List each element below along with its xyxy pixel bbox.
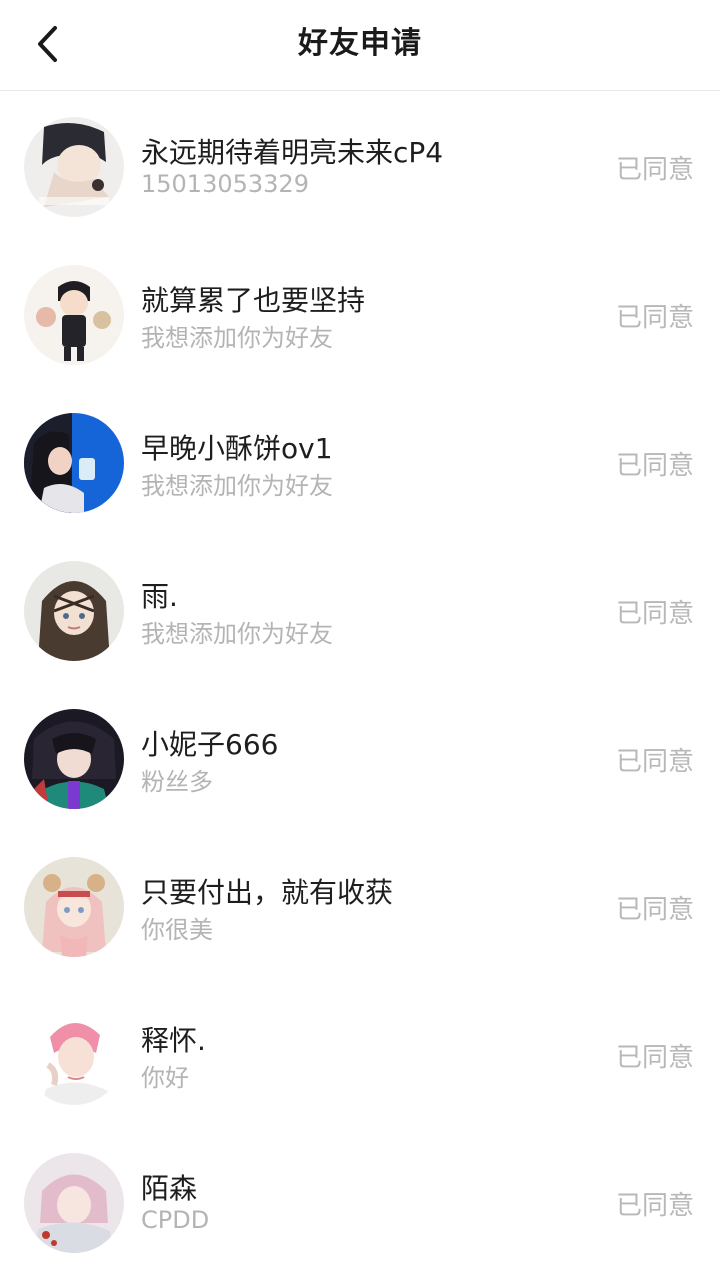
friend-request-row[interactable]: 雨. 我想添加你为好友 已同意 [0, 535, 720, 683]
avatar[interactable] [24, 1005, 124, 1105]
avatar[interactable] [24, 857, 124, 957]
status-label: 已同意 [615, 1043, 694, 1073]
status-label: 已同意 [615, 895, 694, 925]
request-message: 粉丝多 [141, 768, 213, 796]
chevron-left-icon [38, 26, 57, 62]
status-label: 已同意 [615, 155, 694, 185]
request-name: 早晚小酥饼ov1 [141, 432, 333, 465]
request-message: 我想添加你为好友 [141, 620, 333, 648]
friend-request-row[interactable]: 只要付出，就有收获 你很美 已同意 [0, 831, 720, 979]
friend-request-row[interactable]: 陌森 CPDD 已同意 [0, 1127, 720, 1275]
request-message: 我想添加你为好友 [141, 472, 333, 500]
request-name: 释怀. [141, 1024, 206, 1057]
request-name: 只要付出，就有收获 [141, 876, 394, 909]
status-label: 已同意 [615, 451, 694, 481]
friend-request-row[interactable]: 小妮子666 粉丝多 已同意 [0, 683, 720, 831]
request-message: CPDD [141, 1206, 210, 1234]
header-bar: 好友申请 [0, 0, 720, 91]
friend-request-row[interactable]: 就算累了也要坚持 我想添加你为好友 已同意 [0, 239, 720, 387]
request-message: 我想添加你为好友 [141, 324, 333, 352]
friend-request-row[interactable]: 早晚小酥饼ov1 我想添加你为好友 已同意 [0, 387, 720, 535]
request-message: 你好 [141, 1064, 189, 1092]
avatar[interactable] [24, 413, 124, 513]
status-label: 已同意 [615, 303, 694, 333]
avatar[interactable] [24, 1153, 124, 1253]
avatar[interactable] [24, 117, 124, 217]
request-name: 永远期待着明亮未来cP4 [141, 136, 444, 169]
status-label: 已同意 [615, 599, 694, 629]
request-name: 就算累了也要坚持 [141, 284, 366, 317]
back-button[interactable] [22, 20, 74, 68]
friend-request-list: 永远期待着明亮未来cP4 15013053329 已同意 就算累了也要坚持 我想… [0, 91, 720, 1275]
request-name: 雨. [141, 580, 178, 613]
page-title: 好友申请 [298, 26, 422, 61]
friend-request-row[interactable]: 永远期待着明亮未来cP4 15013053329 已同意 [0, 91, 720, 239]
avatar[interactable] [24, 709, 124, 809]
status-label: 已同意 [615, 1191, 694, 1221]
request-message: 你很美 [141, 916, 213, 944]
avatar[interactable] [24, 265, 124, 365]
avatar[interactable] [24, 561, 124, 661]
request-message: 15013053329 [141, 170, 309, 198]
status-label: 已同意 [615, 747, 694, 777]
friend-request-row[interactable]: 释怀. 你好 已同意 [0, 979, 720, 1127]
request-name: 小妮子666 [141, 728, 279, 761]
request-name: 陌森 [141, 1172, 198, 1205]
